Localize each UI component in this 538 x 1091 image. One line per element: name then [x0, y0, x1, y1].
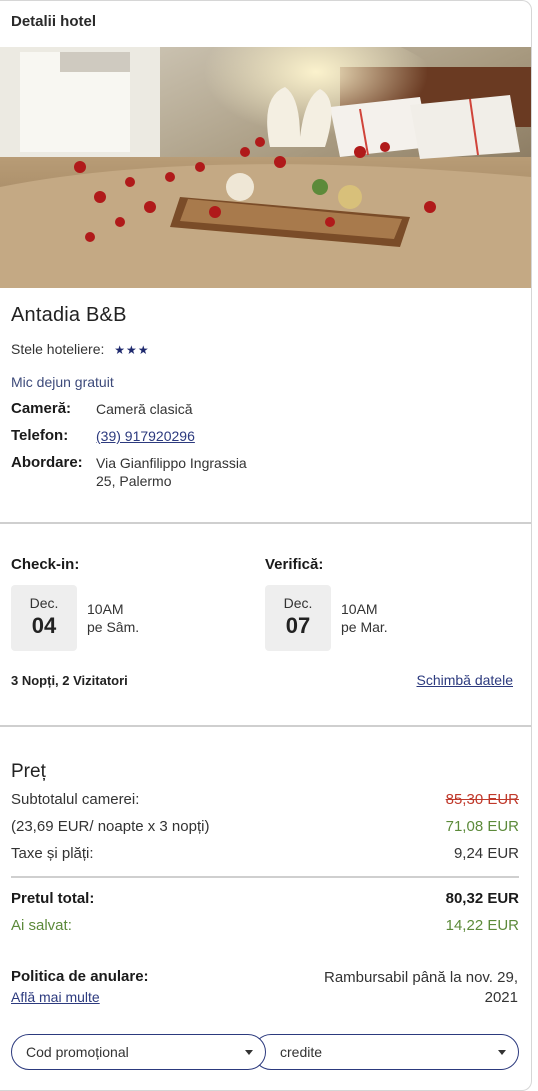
address-row: Abordare: Via Gianfilippo Ingrassia 25, … [11, 454, 256, 490]
checkout-weekday: pe Mar. [341, 619, 388, 635]
saved-row: Ai salvat: 14,22 EUR [11, 917, 519, 934]
taxes-row: Taxe și plăți: 9,24 EUR [11, 845, 519, 862]
checkin-time: 10AM pe Sâm. [87, 600, 139, 636]
hotel-details-card: Detalii hotel Antadia B&B Stele hotelier… [0, 0, 532, 1091]
price-title: Preț [11, 761, 46, 782]
checkout-label: Verifică: [265, 556, 324, 573]
saved-label: Ai salvat: [11, 917, 72, 934]
per-night-value: 71,08 EUR [445, 818, 519, 835]
room-row: Cameră: Cameră clasică [11, 400, 192, 418]
checkout-day: 07 [285, 613, 311, 638]
credits-select[interactable]: credite [253, 1034, 519, 1070]
hotel-stars-row: Stele hoteliere: ★★★ [11, 341, 150, 357]
room-value: Cameră clasică [96, 401, 193, 417]
total-label: Pretul total: [11, 890, 95, 907]
total-value: 80,32 EUR [445, 890, 519, 907]
phone-label: Telefon: [11, 427, 69, 444]
learn-more-link[interactable]: Află mai multe [11, 989, 100, 1005]
per-night-label: (23,69 EUR/ noapte x 3 nopți) [11, 818, 210, 835]
star-rating-icon: ★★★ [114, 343, 150, 357]
phone-link[interactable]: (39) 917920296 [96, 427, 195, 445]
subtotal-label: Subtotalul camerei: [11, 791, 140, 808]
saved-value: 14,22 EUR [445, 917, 519, 934]
promo-selects: credite Cod promoțional [11, 1034, 519, 1070]
cancellation-policy-value: Rambursabil până la nov. 29, 2021 [323, 969, 518, 1006]
total-row: Pretul total: 80,32 EUR [11, 890, 519, 907]
breakfast-note: Mic dejun gratuit [11, 374, 114, 390]
card-title: Detalii hotel [11, 13, 97, 30]
address-value: Via Gianfilippo Ingrassia 25, Palermo [96, 455, 247, 489]
promo-code-select[interactable]: Cod promoțional [11, 1034, 266, 1070]
section-divider [0, 522, 531, 524]
checkout-date-box: Dec. 07 [265, 585, 331, 651]
checkin-date-box: Dec. 04 [11, 585, 77, 651]
per-night-row: (23,69 EUR/ noapte x 3 nopți) 71,08 EUR [11, 818, 519, 835]
hotel-room-photo [0, 47, 531, 288]
price-divider [11, 876, 519, 878]
phone-row: Telefon: (39) 917920296 [11, 427, 195, 445]
subtotal-old-price: 85,30 EUR [445, 791, 519, 808]
checkin-label: Check-in: [11, 556, 80, 573]
stay-summary: 3 Nopți, 2 Vizitatori [11, 673, 128, 688]
hotel-name: Antadia B&B [11, 304, 127, 326]
section-divider [0, 725, 531, 727]
credits-select-value: credite [280, 1044, 323, 1060]
chevron-down-icon [498, 1050, 506, 1055]
checkout-month: Dec. [283, 595, 313, 611]
checkout-hour: 10AM [341, 601, 378, 617]
promo-select-value: Cod promoțional [26, 1044, 129, 1060]
checkin-month: Dec. [29, 595, 59, 611]
checkin-weekday: pe Sâm. [87, 619, 140, 635]
cancellation-policy-label: Politica de anulare: [11, 968, 149, 985]
checkout-time: 10AM pe Mar. [341, 600, 388, 636]
taxes-value: 9,24 EUR [453, 845, 519, 862]
room-label: Cameră: [11, 400, 72, 417]
taxes-label: Taxe și plăți: [11, 845, 94, 862]
chevron-down-icon [245, 1050, 253, 1055]
checkin-day: 04 [31, 613, 57, 638]
address-label: Abordare: [11, 454, 83, 471]
subtotal-row: Subtotalul camerei: 85,30 EUR [11, 791, 519, 808]
change-dates-link[interactable]: Schimbă datele [416, 672, 513, 688]
stars-label: Stele hoteliere: [11, 341, 105, 357]
checkin-hour: 10AM [87, 601, 124, 617]
